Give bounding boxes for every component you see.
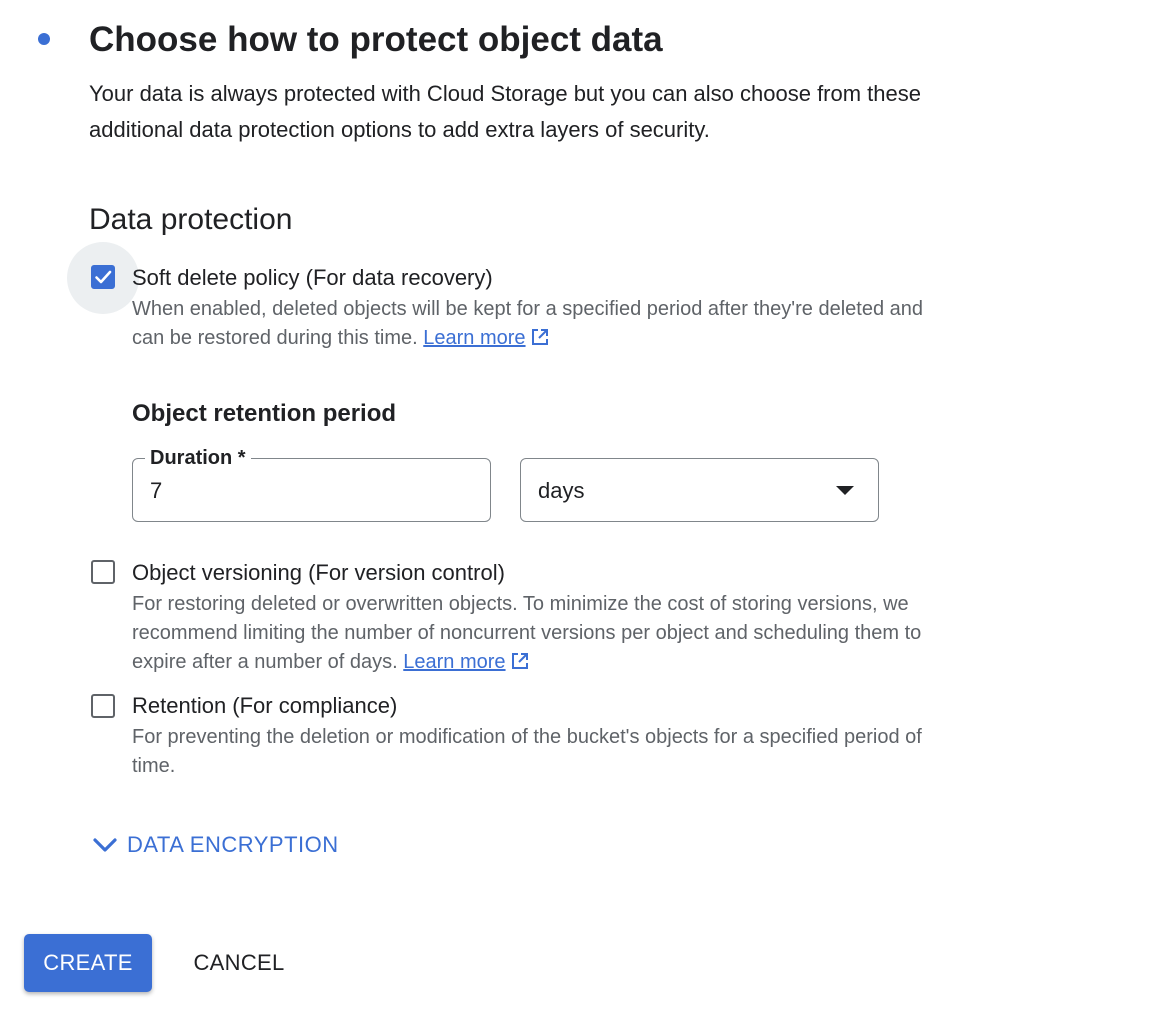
retention-checkbox[interactable]	[91, 694, 115, 718]
duration-field[interactable]: Duration * 7	[132, 445, 491, 522]
object-versioning-learn-more-link[interactable]: Learn more	[403, 651, 505, 673]
cancel-button[interactable]: CANCEL	[180, 934, 298, 992]
data-encryption-expander[interactable]: DATA ENCRYPTION	[91, 830, 339, 860]
object-versioning-checkbox[interactable]	[91, 560, 115, 584]
soft-delete-learn-more-link[interactable]: Learn more	[423, 327, 525, 349]
open-in-new-icon[interactable]	[530, 327, 550, 347]
soft-delete-description: When enabled, deleted objects will be ke…	[132, 295, 952, 353]
object-versioning-description: For restoring deleted or overwritten obj…	[132, 590, 962, 677]
duration-unit-select[interactable]: days	[520, 458, 879, 522]
duration-label: Duration *	[145, 445, 251, 471]
check-icon	[95, 270, 112, 284]
duration-input[interactable]: 7	[150, 477, 162, 505]
soft-delete-title: Soft delete policy (For data recovery)	[132, 265, 493, 290]
soft-delete-checkbox[interactable]	[91, 265, 115, 289]
page-title: Choose how to protect object data	[89, 20, 663, 59]
chevron-down-icon	[93, 838, 117, 852]
create-button[interactable]: CREATE	[24, 934, 152, 992]
section-title-data-protection: Data protection	[89, 203, 293, 236]
retention-title: Retention (For compliance)	[132, 693, 398, 718]
soft-delete-description-text: When enabled, deleted objects will be ke…	[132, 298, 923, 349]
intro-text: Your data is always protected with Cloud…	[89, 81, 922, 142]
retention-description: For preventing the deletion or modificat…	[132, 726, 922, 777]
step-indicator-dot-icon	[38, 33, 50, 45]
duration-unit-value: days	[538, 478, 585, 503]
dropdown-arrow-icon	[836, 486, 854, 495]
open-in-new-icon[interactable]	[510, 651, 530, 671]
object-retention-period-heading: Object retention period	[132, 400, 397, 427]
data-encryption-label: DATA ENCRYPTION	[127, 832, 339, 857]
object-versioning-title: Object versioning (For version control)	[132, 560, 505, 585]
